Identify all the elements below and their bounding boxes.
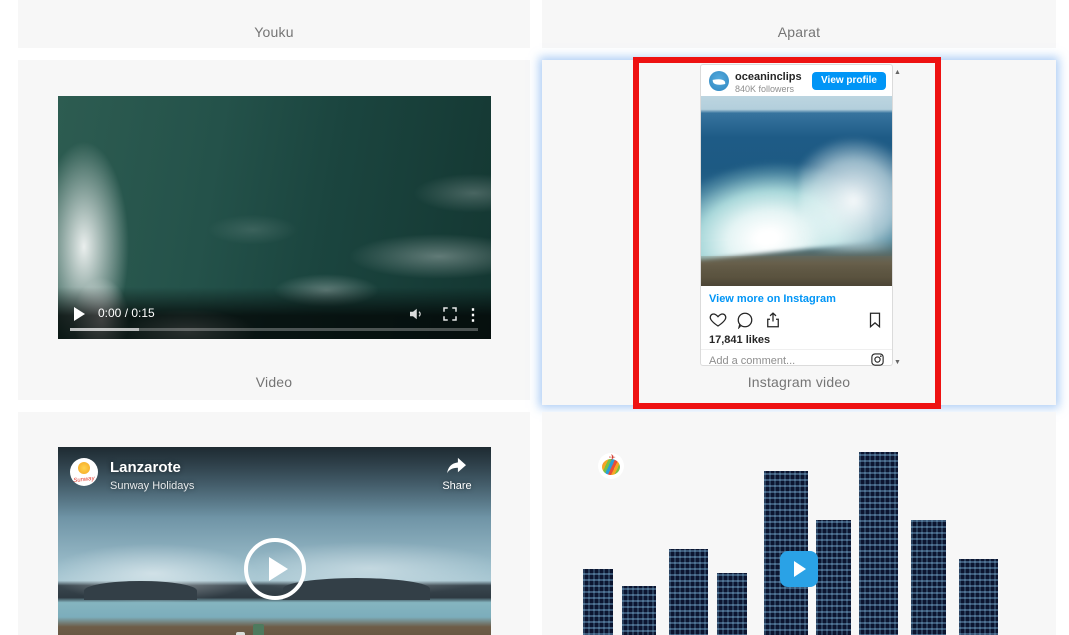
play-button[interactable] (780, 551, 818, 587)
volume-icon[interactable] (407, 305, 425, 323)
building (717, 573, 747, 635)
likes-count[interactable]: 17,841 likes (709, 334, 770, 346)
instagram-post-media[interactable] (701, 96, 892, 286)
embed-gallery-page: Youku Aparat 0:00 / 0:15 ⋮ (0, 0, 1069, 635)
person (253, 624, 264, 635)
building (816, 520, 851, 635)
building (669, 549, 708, 635)
island-hill (84, 581, 197, 600)
instagram-embed: oceaninclips 840K followers View profile… (700, 64, 893, 366)
card-aparat: Aparat (542, 0, 1056, 48)
channel-avatar[interactable]: Sunway (70, 458, 98, 486)
card-caption-video: Video (18, 374, 530, 390)
card-video: 0:00 / 0:15 ⋮ Video (18, 60, 530, 400)
building (622, 586, 657, 635)
card-city-video: ✈ (542, 412, 1056, 635)
comment-row: Add a comment... (701, 349, 892, 365)
publisher-avatar[interactable]: ✈ (598, 453, 624, 479)
instagram-action-row (709, 311, 787, 331)
reef (701, 256, 892, 286)
video-time: 0:00 / 0:15 (98, 306, 155, 320)
card-instagram: oceaninclips 840K followers View profile… (542, 60, 1056, 405)
comment-icon[interactable] (736, 311, 754, 329)
card-caption-youku: Youku (18, 24, 530, 40)
seek-bar[interactable] (70, 328, 478, 331)
overflow-menu-icon[interactable]: ⋮ (465, 305, 481, 325)
html5-video-player[interactable]: 0:00 / 0:15 ⋮ (58, 96, 491, 339)
play-icon (269, 557, 288, 581)
video-title[interactable]: Lanzarote (110, 459, 181, 476)
card-caption-aparat: Aparat (542, 24, 1056, 40)
card-caption-instagram: Instagram video (542, 374, 1056, 390)
sun-logo-icon (78, 462, 90, 474)
building (859, 452, 898, 635)
seek-buffered (70, 328, 139, 331)
island-hill (283, 578, 430, 600)
play-icon (794, 561, 806, 577)
share-icon[interactable] (764, 311, 782, 329)
building (583, 569, 613, 635)
youtube-video-player[interactable]: Sunway Lanzarote Sunway Holidays Share (58, 447, 491, 635)
card-youtube: Sunway Lanzarote Sunway Holidays Share (18, 412, 530, 635)
card-youku: Youku (18, 0, 530, 48)
view-profile-button[interactable]: View profile (812, 72, 886, 90)
play-icon[interactable] (74, 307, 85, 321)
like-heart-icon[interactable] (709, 311, 727, 329)
scrollbar-up-icon[interactable]: ▲ (894, 69, 901, 76)
fullscreen-icon[interactable] (441, 305, 459, 323)
comment-input[interactable]: Add a comment... (709, 355, 795, 367)
instagram-logo-icon[interactable] (870, 352, 885, 367)
instagram-followers: 840K followers (735, 84, 794, 94)
view-more-link[interactable]: View more on Instagram (709, 293, 836, 305)
channel-name: Sunway Holidays (110, 480, 194, 492)
video-controls-bar: 0:00 / 0:15 ⋮ (58, 287, 491, 339)
wave-spray (800, 138, 892, 252)
instagram-username[interactable]: oceaninclips (735, 71, 802, 83)
wave-logo-icon (713, 78, 726, 86)
city-video-player[interactable]: ✈ (583, 447, 1015, 635)
scrollbar-down-icon[interactable]: ▼ (894, 359, 901, 366)
share-label: Share (437, 480, 477, 492)
share-button[interactable]: Share (437, 457, 477, 492)
share-arrow-icon (446, 457, 468, 475)
bookmark-icon[interactable] (866, 311, 884, 329)
building (911, 520, 946, 635)
plane-icon: ✈ (609, 453, 616, 462)
play-button[interactable] (244, 538, 306, 600)
building (959, 559, 998, 635)
instagram-avatar[interactable] (709, 71, 729, 91)
